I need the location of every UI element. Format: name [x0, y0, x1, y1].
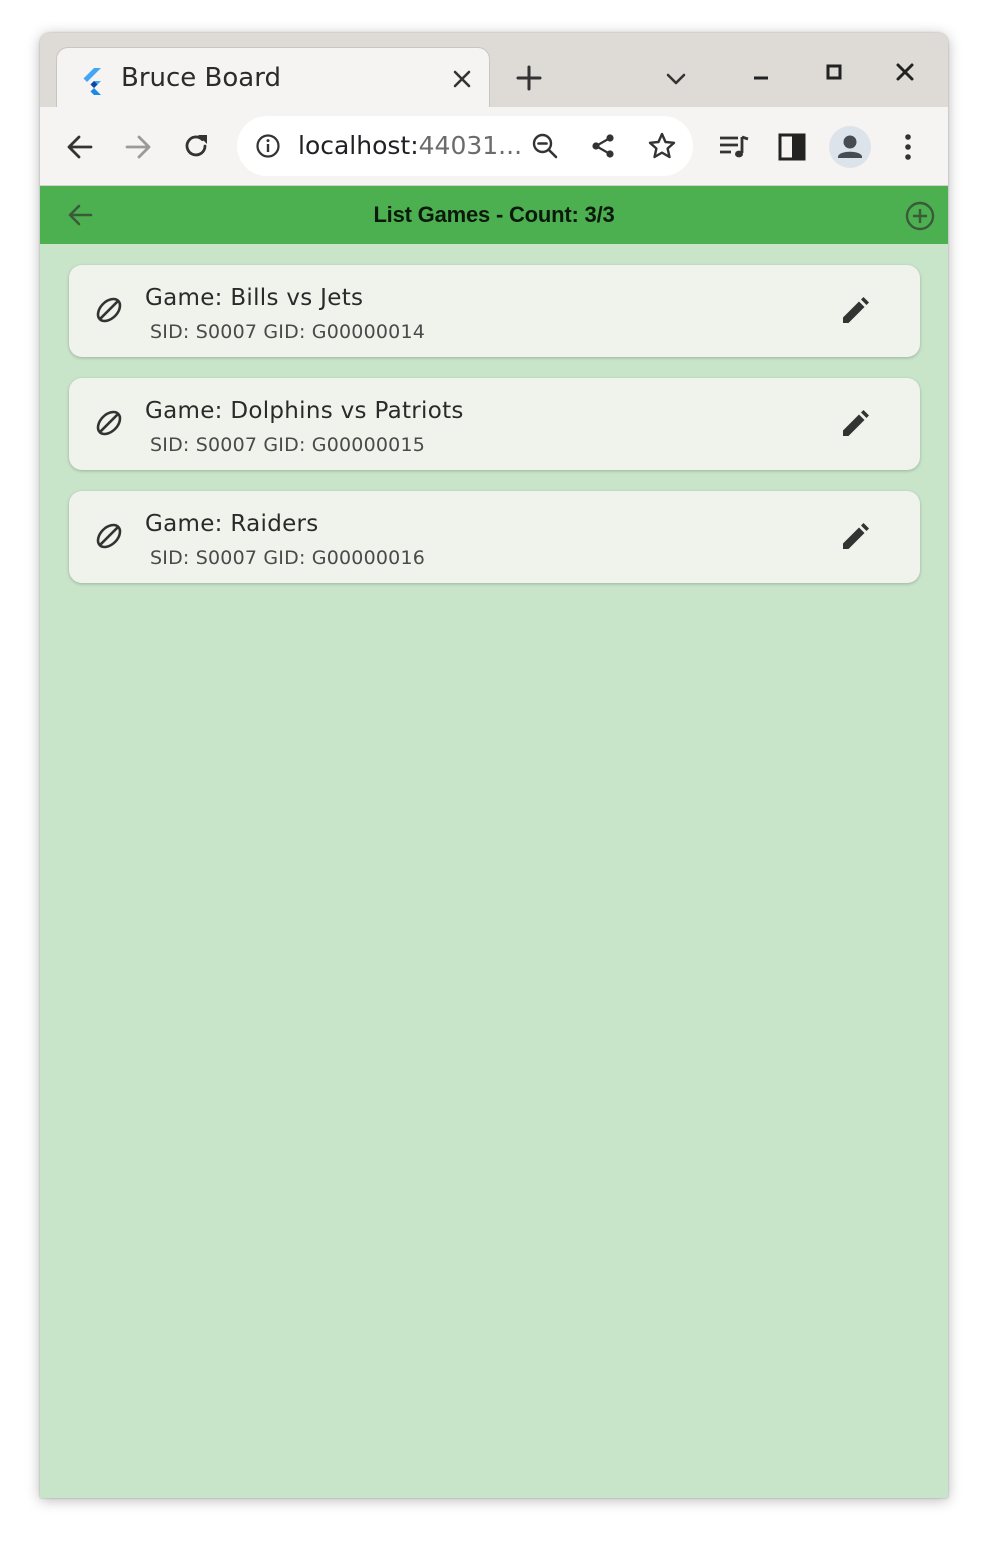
window-close-icon[interactable] — [892, 59, 918, 85]
profile-avatar[interactable] — [829, 126, 871, 168]
list-item[interactable]: Game: Bills vs Jets SID: S0007 GID: G000… — [69, 265, 920, 357]
url-host: localhost: — [298, 131, 419, 160]
edit-pencil-icon[interactable] — [839, 295, 871, 327]
reload-icon[interactable] — [180, 130, 212, 162]
person-icon — [838, 135, 862, 158]
game-ids: SID: S0007 GID: G00000016 — [150, 547, 426, 569]
minimize-icon[interactable] — [748, 65, 774, 91]
add-circle-icon[interactable] — [904, 200, 936, 232]
edit-pencil-icon[interactable] — [839, 408, 871, 440]
football-icon — [96, 410, 122, 436]
games-list: Game: Bills vs Jets SID: S0007 GID: G000… — [69, 265, 920, 604]
more-menu-icon[interactable] — [892, 131, 924, 163]
football-icon — [96, 297, 122, 323]
tab-title: Bruce Board — [121, 63, 281, 93]
browser-toolbar: localhost:44031... — [40, 107, 948, 186]
new-tab-icon[interactable] — [516, 65, 542, 91]
address-bar[interactable]: localhost:44031... — [237, 116, 693, 176]
tab-bruce-board[interactable]: Bruce Board — [56, 47, 490, 109]
browser-window: Bruce Board localhost:44031... List Game… — [40, 33, 948, 1498]
game-ids: SID: S0007 GID: G00000014 — [150, 321, 426, 343]
game-title: Game: Dolphins vs Patriots — [145, 398, 464, 424]
football-icon — [96, 523, 122, 549]
maximize-icon[interactable] — [821, 59, 847, 85]
close-tab-icon[interactable] — [450, 67, 474, 91]
game-title: Game: Bills vs Jets — [145, 285, 364, 311]
zoom-out-icon[interactable] — [531, 132, 559, 160]
game-ids: SID: S0007 GID: G00000015 — [150, 434, 426, 456]
game-title: Game: Raiders — [145, 511, 319, 537]
side-panel-icon[interactable] — [776, 131, 808, 163]
back-arrow-icon[interactable] — [64, 131, 96, 163]
app-bar: List Games - Count: 3/3 — [40, 186, 948, 244]
tab-strip: Bruce Board — [40, 33, 948, 109]
list-item[interactable]: Game: Dolphins vs Patriots SID: S0007 GI… — [69, 378, 920, 470]
site-info-icon[interactable] — [255, 133, 281, 159]
share-icon[interactable] — [589, 132, 617, 160]
chevron-down-icon[interactable] — [664, 67, 688, 91]
url-port: 44031... — [418, 131, 523, 160]
flutter-logo-icon — [83, 68, 101, 95]
list-item[interactable]: Game: Raiders SID: S0007 GID: G00000016 — [69, 491, 920, 583]
bookmark-star-icon[interactable] — [647, 131, 677, 161]
forward-arrow-icon[interactable] — [122, 131, 154, 163]
media-queue-icon[interactable] — [718, 131, 750, 163]
edit-pencil-icon[interactable] — [839, 521, 871, 553]
page-title: List Games - Count: 3/3 — [373, 202, 615, 227]
url-text[interactable]: localhost:44031... — [298, 131, 522, 160]
